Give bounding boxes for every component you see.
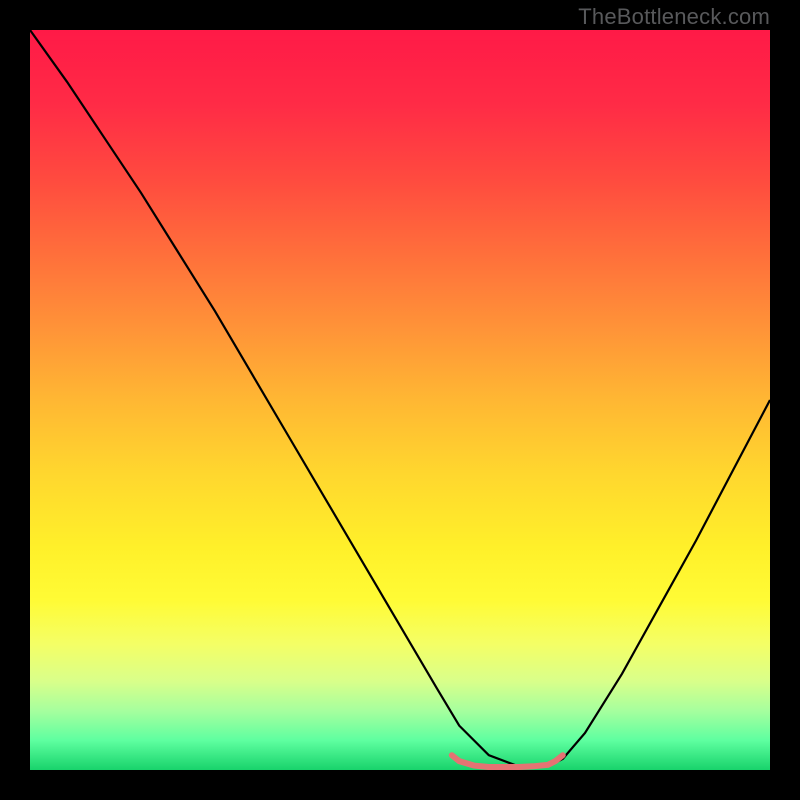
gradient-background (30, 30, 770, 770)
plot-area (30, 30, 770, 770)
bottleneck-chart (30, 30, 770, 770)
chart-frame: TheBottleneck.com (0, 0, 800, 800)
attribution-text: TheBottleneck.com (578, 4, 770, 30)
